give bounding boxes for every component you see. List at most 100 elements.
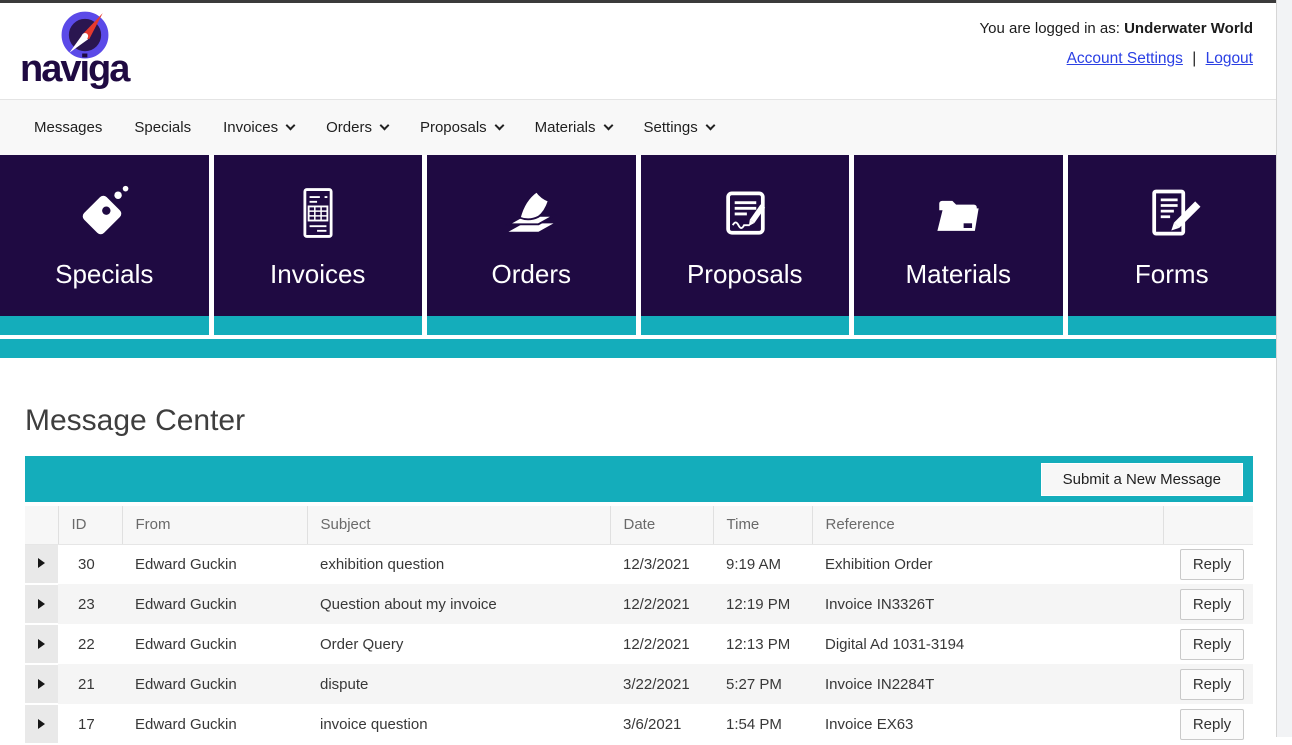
- reply-button[interactable]: Reply: [1180, 669, 1244, 700]
- reply-button[interactable]: Reply: [1180, 629, 1244, 660]
- folder-icon: [928, 183, 988, 243]
- chevron-down-icon: [494, 121, 504, 131]
- table-row: 30 Edward Guckin exhibition question 12/…: [25, 544, 1253, 584]
- tile-teal-strip: [427, 316, 636, 335]
- expander-cell[interactable]: [25, 584, 58, 624]
- vertical-scrollbar[interactable]: [1276, 0, 1292, 737]
- cell-from: Edward Guckin: [122, 664, 307, 704]
- nav-item-settings[interactable]: Settings: [628, 119, 730, 136]
- tile-label: Proposals: [687, 259, 803, 290]
- expander-cell[interactable]: [25, 624, 58, 664]
- header-subject: Subject: [307, 506, 610, 544]
- table-row: 21 Edward Guckin dispute 3/22/2021 5:27 …: [25, 664, 1253, 704]
- header-from: From: [122, 506, 307, 544]
- tile-label: Specials: [55, 259, 153, 290]
- tile-teal-strip: [214, 316, 423, 335]
- submit-new-message-button[interactable]: Submit a New Message: [1041, 463, 1243, 496]
- expand-row-icon: [38, 639, 45, 649]
- cell-id: 23: [58, 584, 122, 624]
- tile-label: Invoices: [270, 259, 365, 290]
- nav-item-label: Materials: [535, 119, 596, 136]
- tag-icon: [74, 183, 134, 243]
- tile-label: Forms: [1135, 259, 1209, 290]
- tile-materials[interactable]: Materials: [854, 155, 1063, 335]
- cell-from: Edward Guckin: [122, 624, 307, 664]
- table-row: 17 Edward Guckin invoice question 3/6/20…: [25, 704, 1253, 744]
- nav-item-label: Orders: [326, 119, 372, 136]
- expander-cell[interactable]: [25, 664, 58, 704]
- cell-from: Edward Guckin: [122, 544, 307, 584]
- header-expander: [25, 506, 58, 544]
- expand-row-icon: [38, 558, 45, 568]
- header-links: Account Settings | Logout: [980, 50, 1253, 68]
- message-toolbar: Submit a New Message: [25, 456, 1253, 502]
- invoice-icon: [288, 183, 348, 243]
- teal-accent-bar: [0, 339, 1276, 358]
- tile-invoices[interactable]: Invoices: [214, 155, 423, 335]
- page-title: Message Center: [25, 404, 1253, 438]
- tile-teal-strip: [854, 316, 1063, 335]
- cell-id: 17: [58, 704, 122, 744]
- messages-table: ID From Subject Date Time Reference 30 E…: [25, 506, 1253, 745]
- cell-date: 12/2/2021: [610, 584, 713, 624]
- cell-reference: Invoice EX63: [812, 704, 1163, 744]
- nav-item-proposals[interactable]: Proposals: [404, 119, 519, 136]
- nav-item-label: Settings: [644, 119, 698, 136]
- expander-cell[interactable]: [25, 544, 58, 584]
- logged-in-text: You are logged in as: Underwater World: [980, 20, 1253, 37]
- cell-date: 12/2/2021: [610, 624, 713, 664]
- orders-stack-icon: [501, 183, 561, 243]
- cell-reference: Invoice IN2284T: [812, 664, 1163, 704]
- tile-grid: Specials Invoices Orders: [0, 155, 1276, 335]
- tile-forms[interactable]: Forms: [1068, 155, 1277, 335]
- cell-date: 12/3/2021: [610, 544, 713, 584]
- logged-in-label: You are logged in as:: [980, 20, 1120, 37]
- cell-actions: Reply: [1163, 704, 1253, 744]
- cell-subject: invoice question: [307, 704, 610, 744]
- tile-orders[interactable]: Orders: [427, 155, 636, 335]
- tile-teal-strip: [1068, 316, 1277, 335]
- form-pencil-icon: [1142, 183, 1202, 243]
- nav-item-specials[interactable]: Specials: [118, 119, 207, 136]
- account-settings-link[interactable]: Account Settings: [1067, 50, 1183, 67]
- reply-button[interactable]: Reply: [1180, 549, 1244, 580]
- cell-subject: Question about my invoice: [307, 584, 610, 624]
- cell-actions: Reply: [1163, 544, 1253, 584]
- chevron-down-icon: [380, 121, 390, 131]
- nav-item-label: Specials: [134, 119, 191, 136]
- expand-row-icon: [38, 719, 45, 729]
- expander-cell[interactable]: [25, 704, 58, 744]
- cell-time: 12:19 PM: [713, 584, 812, 624]
- nav-item-messages[interactable]: Messages: [18, 119, 118, 136]
- header-id: ID: [58, 506, 122, 544]
- nav-item-label: Messages: [34, 119, 102, 136]
- cell-date: 3/6/2021: [610, 704, 713, 744]
- page: naviga You are logged in as: Underwater …: [0, 0, 1276, 737]
- nav-item-orders[interactable]: Orders: [310, 119, 404, 136]
- cell-date: 3/22/2021: [610, 664, 713, 704]
- naviga-logo[interactable]: naviga: [20, 7, 152, 97]
- contract-pen-icon: [715, 183, 775, 243]
- header-actions: [1163, 506, 1253, 544]
- chevron-down-icon: [603, 121, 613, 131]
- cell-time: 5:27 PM: [713, 664, 812, 704]
- table-header: ID From Subject Date Time Reference: [25, 506, 1253, 544]
- logout-link[interactable]: Logout: [1206, 50, 1253, 67]
- logged-in-user: Underwater World: [1124, 20, 1253, 37]
- reply-button[interactable]: Reply: [1180, 589, 1244, 620]
- tile-specials[interactable]: Specials: [0, 155, 209, 335]
- main-content: Message Center Submit a New Message ID F…: [0, 404, 1276, 745]
- cell-subject: dispute: [307, 664, 610, 704]
- cell-reference: Invoice IN3326T: [812, 584, 1163, 624]
- reply-button[interactable]: Reply: [1180, 709, 1244, 740]
- header-time: Time: [713, 506, 812, 544]
- chevron-down-icon: [705, 121, 715, 131]
- tile-teal-strip: [641, 316, 850, 335]
- tile-label: Materials: [906, 259, 1011, 290]
- cell-actions: Reply: [1163, 664, 1253, 704]
- cell-time: 9:19 AM: [713, 544, 812, 584]
- nav-item-invoices[interactable]: Invoices: [207, 119, 310, 136]
- nav-item-materials[interactable]: Materials: [519, 119, 628, 136]
- nav-item-label: Invoices: [223, 119, 278, 136]
- tile-proposals[interactable]: Proposals: [641, 155, 850, 335]
